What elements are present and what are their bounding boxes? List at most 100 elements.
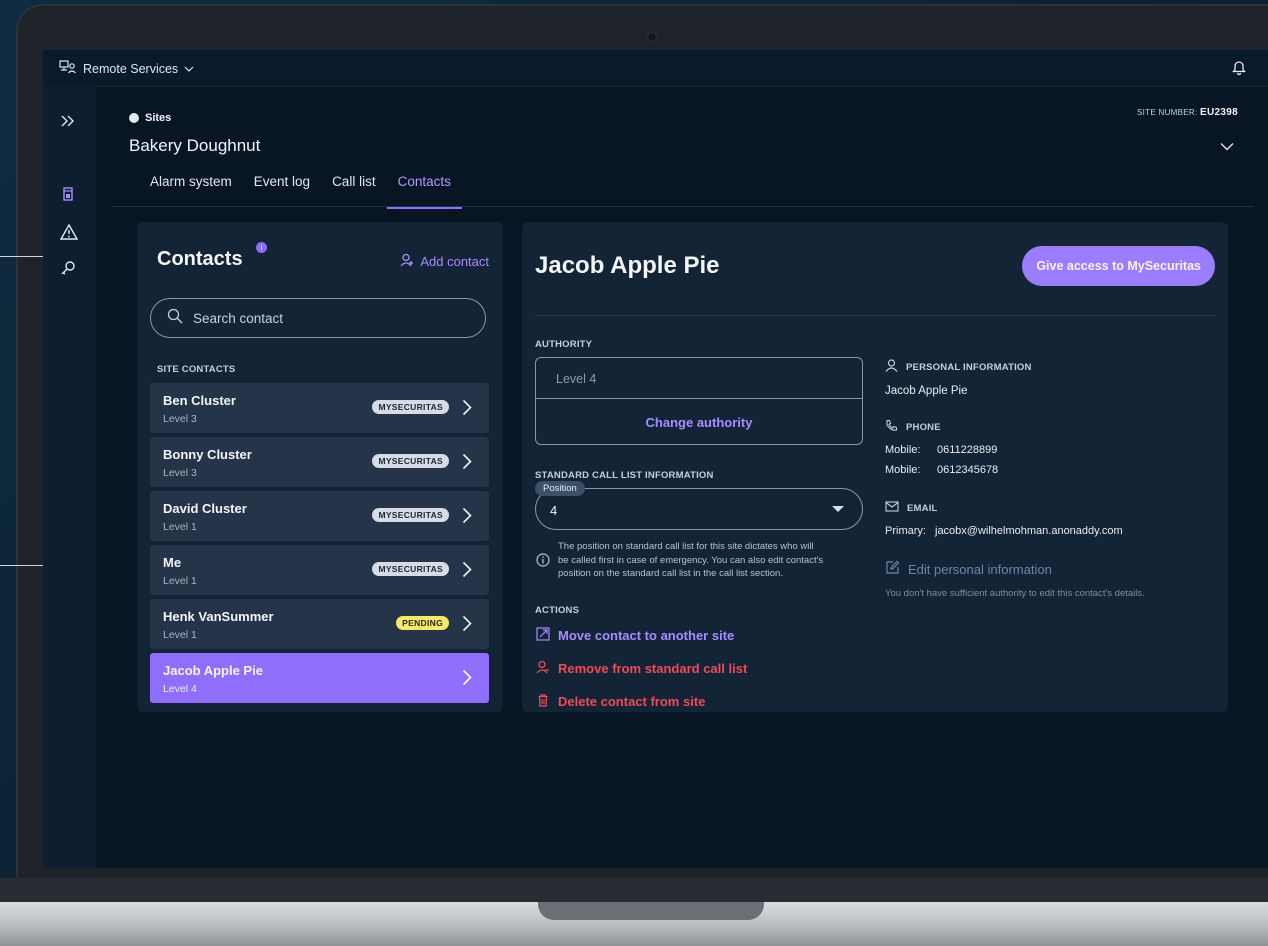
mail-icon [885,501,899,515]
contact-row[interactable]: Ben Cluster Level 3 MYSECURITAS [150,383,489,433]
actions-label: ACTIONS [535,605,580,616]
notifications-bell-icon[interactable] [1231,59,1247,80]
contacts-panel: Contacts i Add contact SITE CONTACTS Ben… [137,222,503,712]
status-badge: MYSECURITAS [372,562,449,576]
edit-permission-warning: You don't have sufficient authority to e… [885,588,1145,599]
search-input[interactable] [191,309,455,327]
add-user-icon [400,253,414,270]
personal-info-heading: PERSONAL INFORMATION [885,359,1032,375]
contact-name: David Cluster [163,501,247,516]
phone-section: PHONE Mobile: 0611228899 Mobile: 0612345… [885,419,998,476]
alert-icon[interactable] [59,223,79,245]
add-contact-button[interactable]: Add contact [400,253,489,270]
search-icon [167,308,183,329]
laptop-notch [538,902,764,920]
tab-event-log[interactable]: Event log [243,174,321,207]
edit-personal-info-label: Edit personal information [908,561,1052,577]
position-value: 4 [550,503,558,518]
contact-row[interactable]: Me Level 1 MYSECURITAS [150,545,489,595]
authority-label: AUTHORITY [535,339,593,350]
site-expand-chevron-icon[interactable] [1220,138,1234,156]
tab-contacts[interactable]: Contacts [386,174,462,209]
tab-call-list[interactable]: Call list [321,174,387,207]
contact-list: Ben Cluster Level 3 MYSECURITAS Bonny Cl… [150,383,489,707]
phone-number: 0611228899 [937,444,998,456]
email-heading: EMAIL [885,501,1123,515]
breadcrumb-sites: Sites [145,112,172,124]
chevron-right-icon [462,561,472,583]
phone-label: PHONE [906,421,941,433]
delete-contact-action[interactable]: Delete contact from site [536,693,705,710]
side-rail [43,86,96,868]
authority-value: Level 4 [556,372,597,386]
call-list-info-label: STANDARD CALL LIST INFORMATION [535,470,714,481]
search-field[interactable] [150,298,486,338]
give-access-button[interactable]: Give access to MySecuritas [1022,246,1215,286]
contact-level: Level 1 [163,575,197,587]
move-contact-action[interactable]: Move contact to another site [536,627,734,644]
contact-level: Level 3 [163,413,197,425]
info-icon[interactable]: i [256,242,267,253]
email-address: jacobx@wilhelmohman.anonaddy.com [935,525,1123,537]
contact-name: Me [163,555,182,570]
site-number-label: SITE NUMBER: [1137,108,1198,117]
breadcrumb[interactable]: Sites [129,112,171,124]
contact-name: Henk VanSummer [163,609,274,624]
contact-detail-panel: Jacob Apple Pie Give access to MySecurit… [522,222,1228,712]
expand-icon[interactable] [60,114,76,132]
phone-icon [885,419,898,435]
phone-number: 0612345678 [937,464,999,476]
contact-detail-name: Jacob Apple Pie [535,252,720,279]
edit-personal-info-link[interactable]: Edit personal information [885,560,1052,578]
service-name: Remote Services [83,61,179,76]
webcam [647,32,657,42]
delete-contact-label: Delete contact from site [558,694,706,709]
call-list-note-line: The position on standard call list for t… [558,541,814,552]
personal-info-label: PERSONAL INFORMATION [906,361,1032,373]
contact-row-selected[interactable]: Jacob Apple Pie Level 4 [150,653,489,703]
tab-divider [111,206,1254,207]
change-authority-button[interactable]: Change authority [536,415,862,430]
contact-row[interactable]: Henk VanSummer Level 1 PENDING [150,599,489,649]
laptop-hinge [0,878,1268,902]
service-switcher[interactable]: Remote Services [59,60,194,77]
chevron-right-icon [462,507,472,529]
authority-box: Level 4 Change authority [535,357,863,445]
call-list-note-line: position on the standard call list in th… [558,568,783,579]
email-section: EMAIL Primary: jacobx@wilhelmohman.anona… [885,501,1123,537]
pending-badge: PENDING [396,616,449,630]
site-number-value: EU2398 [1200,107,1238,118]
info-circle-icon [536,553,550,572]
top-bar: Remote Services [43,50,1268,87]
key-icon[interactable] [60,260,76,281]
move-contact-label: Move contact to another site [558,628,735,643]
contact-level: Level 3 [163,467,197,479]
phone-type: Mobile: [885,444,921,456]
call-list-note: The position on standard call list for t… [558,540,868,581]
status-badge: MYSECURITAS [372,400,449,414]
app-screen: Remote Services Sites Bakery Doughnut SI… [43,50,1268,868]
caret-down-icon [832,506,844,512]
chevron-right-icon [462,453,472,475]
sites-icon[interactable] [60,186,76,207]
phone-heading: PHONE [885,419,998,435]
site-contacts-label: SITE CONTACTS [157,364,236,375]
add-contact-label: Add contact [420,254,489,269]
user-icon [885,359,898,375]
contact-name: Jacob Apple Pie [163,663,263,678]
contact-row[interactable]: Bonny Cluster Level 3 MYSECURITAS [150,437,489,487]
contact-row[interactable]: David Cluster Level 1 MYSECURITAS [150,491,489,541]
remove-from-call-list-label: Remove from standard call list [558,661,748,676]
contact-level: Level 1 [163,629,197,641]
position-select[interactable]: Position 4 [535,481,863,530]
chevron-right-icon [462,669,472,691]
contacts-title: Contacts [157,248,243,270]
remove-from-call-list-action[interactable]: Remove from standard call list [536,660,747,677]
email-row: Primary: jacobx@wilhelmohman.anonaddy.co… [885,525,1123,537]
contact-level: Level 4 [163,683,197,695]
contact-name: Ben Cluster [163,393,236,408]
edit-icon [885,560,900,578]
tab-alarm-system[interactable]: Alarm system [139,174,243,207]
phone-row: Mobile: 0612345678 [885,464,998,476]
remote-services-icon [59,60,77,77]
